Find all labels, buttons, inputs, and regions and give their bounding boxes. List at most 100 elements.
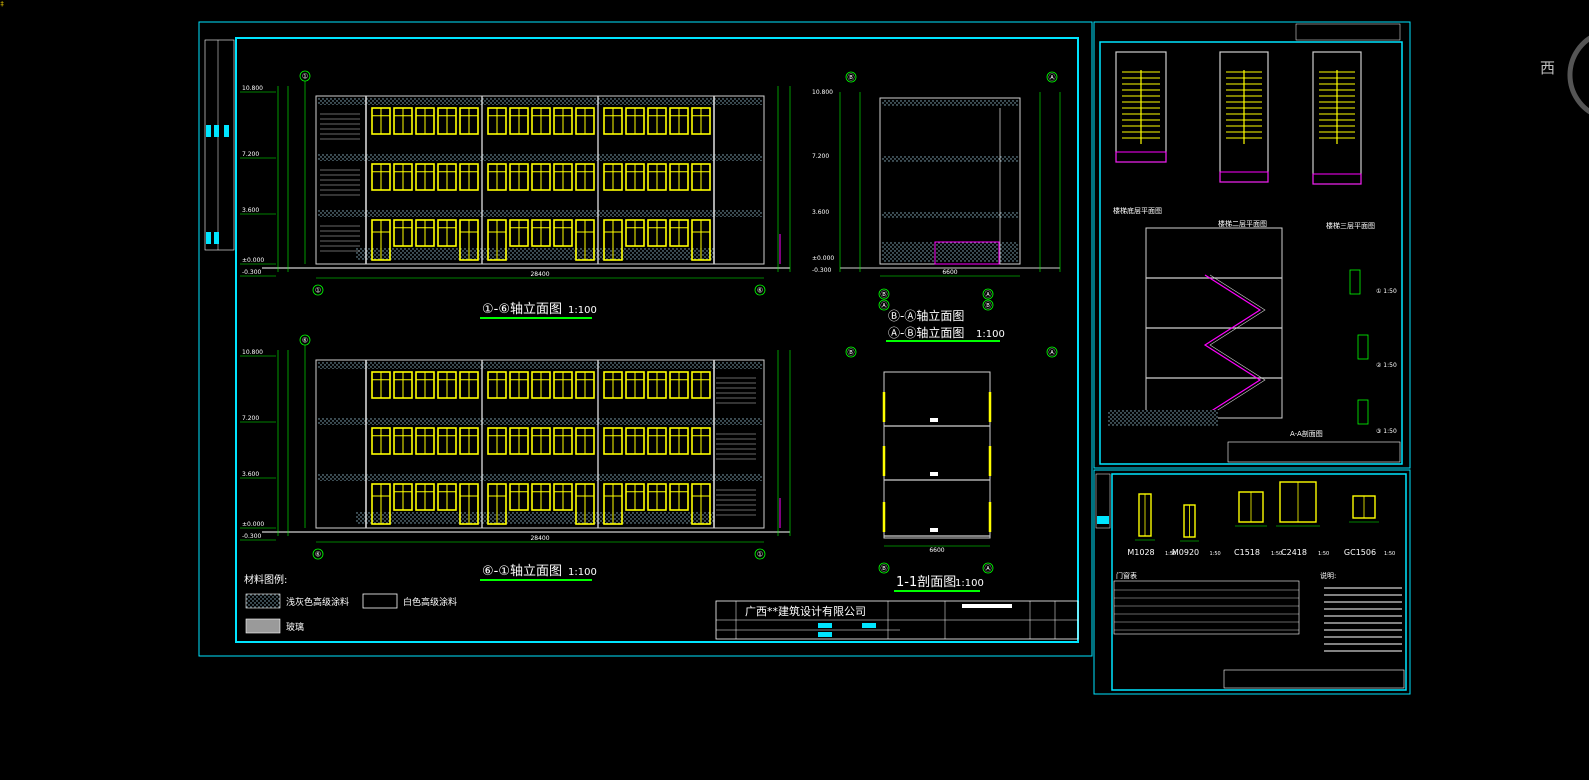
door-code-M0920: M0920 [1172, 548, 1199, 557]
facade-outline [315, 95, 765, 265]
door-window-sheet[interactable]: M1028 1:50M0920 1:50 C1518 1:50C2418 1:50 GC15… [1093, 469, 1411, 695]
elevation-6-1[interactable]: 10.800 7.200 3.600 ±0.000 -0.300 28400 ⑥ ① ⑥ [240, 334, 791, 560]
section11-scale: 1:100 [955, 578, 984, 589]
level-left: 3.600 [242, 207, 259, 214]
level-left: 10.800 [242, 349, 263, 356]
ucs-corner-mark: ‡ [0, 0, 5, 8]
elevation-b-a[interactable]: 6600 Ⓑ Ⓐ Ⓑ Ⓐ Ⓐ Ⓑ 10.800 7.200 3.600 ±0.000 -0.300 [812, 71, 1061, 311]
door-scale: 1:50 [1384, 551, 1395, 557]
side-band [882, 156, 1018, 162]
stair-sheet[interactable]: 楼梯底层平面图 楼梯二层平面图 楼梯三层平面图 A-A剖面图 ① 1:50 ② … [1093, 21, 1411, 469]
axis-bubble-right-label: ⑥ [757, 287, 763, 295]
detail-mark [1349, 269, 1361, 295]
stair-accent [1312, 173, 1362, 185]
band-hatch [318, 474, 762, 481]
axis-bubble-left-label: ⑥ [315, 551, 321, 559]
stair-detail-2: ② 1:50 [1376, 362, 1397, 369]
stair-accent [1219, 171, 1269, 183]
side-bubble-tl-label: Ⓑ [848, 74, 855, 82]
width-dim-label: 28400 [530, 535, 549, 542]
legend-label-empty: 白色高级涂料 [403, 596, 457, 608]
material-legend: 材料图例: 浅灰色高级涂料 白色高级涂料 玻璃 [244, 573, 457, 634]
stair-base-hatch [1108, 410, 1218, 426]
sec-bubble-right-label: Ⓐ [985, 565, 992, 573]
viewcube-direction-label: 西 [1540, 59, 1556, 77]
side-level: ±0.000 [812, 255, 834, 262]
level-left: -0.300 [242, 269, 262, 276]
sec-beam [930, 528, 938, 532]
legend-swatch-gray [245, 618, 281, 634]
band-hatch [318, 418, 762, 425]
stair-plan3-title: 楼梯三层平面图 [1326, 221, 1375, 230]
axis-bubble-right-label: ① [757, 551, 763, 559]
sec-beam [930, 472, 938, 476]
level-left: 7.200 [242, 415, 259, 422]
elev1-scale: 1:100 [568, 305, 597, 316]
side-bubble-bl2-label: Ⓐ [881, 302, 888, 310]
door-code-C1518: C1518 [1234, 548, 1260, 557]
elev3-title-group: ⑥-①轴立面图 1:100 [480, 564, 597, 581]
level-left: 7.200 [242, 151, 259, 158]
facade-outline [315, 359, 765, 529]
stair-detail-1: ① 1:50 [1376, 288, 1397, 295]
binding-strip [204, 39, 235, 251]
elev3-title: ⑥-①轴立面图 [482, 564, 562, 579]
axis-bubble-top-label: ① [302, 73, 308, 81]
stair-plan1-title: 楼梯底层平面图 [1113, 206, 1162, 215]
stair-accent [1115, 151, 1167, 163]
stair-section-outline [1145, 227, 1283, 419]
level-left: ±0.000 [242, 257, 264, 264]
side-width-label: 6600 [942, 269, 957, 276]
axis-bubble-left-label: ① [315, 287, 321, 295]
section-1-1[interactable]: 6600 Ⓑ Ⓐ Ⓑ Ⓐ [845, 346, 1058, 574]
side-outline [879, 97, 1021, 265]
side-plinth [882, 242, 1018, 262]
band-hatch [318, 210, 762, 217]
stair-section-title: A-A剖面图 [1290, 429, 1323, 438]
stair-flight [1203, 274, 1262, 416]
cad-drawing-canvas[interactable]: 10.800 7.200 3.600 ±0.000 -0.300 28400 ① ⑥ ① 10.… [0, 0, 1589, 780]
side-bubble-bl1-label: Ⓑ [881, 291, 888, 299]
band-hatch [318, 362, 762, 369]
side-level: 10.800 [812, 89, 833, 96]
width-dim-label: 28400 [530, 271, 549, 278]
side-level: -0.300 [812, 267, 832, 274]
sec-outline [883, 371, 991, 539]
side-bubble-br1-label: Ⓐ [985, 291, 992, 299]
sec-bubble-tl-label: Ⓑ [848, 349, 855, 357]
elev1-title-group: ①-⑥轴立面图 1:100 [480, 302, 597, 319]
level-left: 3.600 [242, 471, 259, 478]
side-level: 7.200 [812, 153, 829, 160]
company-name: 广西**建筑设计有限公司 [745, 604, 866, 618]
axis-bubble-top-label: ⑥ [302, 337, 308, 345]
section11-title: 1-1剖面图 [896, 575, 956, 590]
legend-label-gray: 玻璃 [286, 621, 304, 633]
legend-title: 材料图例: [244, 573, 287, 586]
elev3-scale: 1:100 [568, 567, 597, 578]
plinth-hatch [356, 248, 714, 260]
stair-plan2-title: 楼梯二层平面图 [1218, 219, 1267, 228]
door-code-M1028: M1028 [1127, 548, 1154, 557]
elev1-title: ①-⑥轴立面图 [482, 302, 562, 317]
detail-mark [1357, 399, 1369, 425]
side-band [882, 100, 1018, 106]
notes-title: 说明: [1320, 571, 1336, 580]
band-hatch [318, 98, 762, 105]
sec-bubble-left-label: Ⓑ [881, 565, 888, 573]
notes-lines [1114, 587, 1402, 652]
title-block[interactable]: 广西**建筑设计有限公司 [715, 600, 1079, 640]
sec-bubble-tr-label: Ⓐ [1049, 349, 1056, 357]
door-code-GC1506: GC1506 [1344, 548, 1376, 557]
door-scale: 1:50 [1318, 551, 1329, 557]
level-left: 10.800 [242, 85, 263, 92]
band-hatch [318, 154, 762, 161]
elev2-title: Ⓑ-Ⓐ轴立面图 [888, 308, 964, 323]
elev2-scale: 1:100 [976, 329, 1005, 340]
elevation-1-6[interactable]: 10.800 7.200 3.600 ±0.000 -0.300 28400 ① ⑥ ① [240, 70, 791, 296]
side-bubble-br2-label: Ⓑ [985, 302, 992, 310]
door-table-title: 门窗表 [1116, 571, 1137, 580]
side-bubble-tr-label: Ⓐ [1049, 74, 1056, 82]
door-scale: 1:50 [1210, 551, 1221, 557]
door-code-C2418: C2418 [1281, 548, 1307, 557]
level-left: ±0.000 [242, 521, 264, 528]
